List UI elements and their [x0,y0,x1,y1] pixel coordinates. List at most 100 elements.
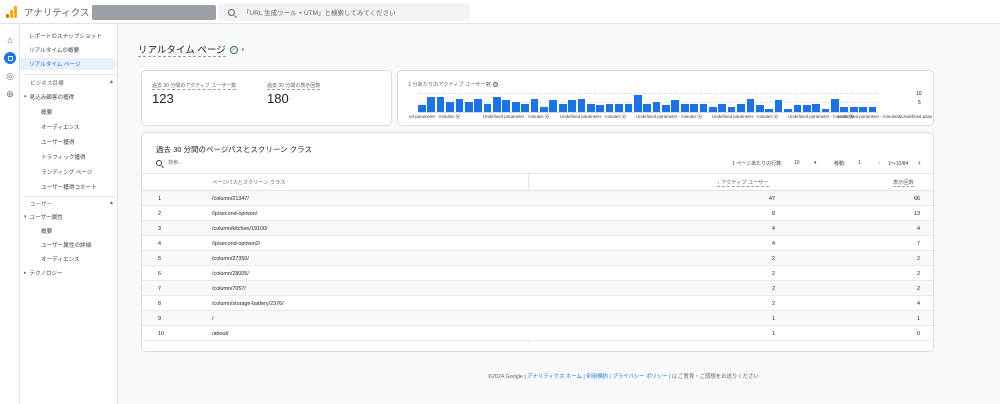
table-row[interactable]: 5/column/27350/2 2 [142,251,933,266]
bar[interactable] [671,100,680,112]
bar[interactable] [483,103,492,112]
sidebar-item-demo-audience[interactable]: オーディエンス [41,253,80,265]
table-row[interactable]: 4/lp/second-opinion2/4 7 [142,236,933,251]
check-circle-icon[interactable]: ✓ [229,45,238,54]
bar[interactable] [418,105,426,112]
table-row[interactable]: 3/column/kitchen/19100/4 4 [142,221,933,236]
sidebar-group-tech[interactable]: ▸ テクノロジー [24,267,63,279]
sidebar-item-traffic-acquisition[interactable]: トラフィック獲得 [41,151,86,163]
bar[interactable] [774,100,783,112]
help-icon[interactable]: ? [492,82,498,87]
goto-input[interactable]: 1 [858,160,861,166]
bar[interactable] [615,103,623,112]
bar[interactable] [840,107,849,112]
reports-icon[interactable] [4,52,16,64]
sidebar-item-realtime-overview[interactable]: リアルタイムの概要 [29,44,79,56]
sidebar-item-audience[interactable]: オーディエンス [41,121,80,133]
bar[interactable] [746,98,755,112]
bar[interactable] [493,97,501,112]
bar[interactable] [446,102,454,112]
sidebar-item-snapshot[interactable]: レポートのスナップショット [29,30,102,42]
bar[interactable] [464,102,473,112]
footer-link-privacy[interactable]: プライバシー ポリシー [612,374,667,380]
table-row[interactable]: 6/column/28005/2 2 [142,266,933,281]
rows-per-page-select[interactable]: 10 [794,160,800,166]
bar[interactable] [643,103,651,112]
bar[interactable] [727,107,736,112]
bar[interactable] [690,103,698,112]
bar[interactable] [737,103,745,112]
bar[interactable] [624,103,633,112]
table-row[interactable]: 8/column/storage-battery/2376/2 4 [142,296,933,311]
bar[interactable] [549,100,558,112]
table-row[interactable]: 1/column/21347/47 66 [142,191,933,206]
chevron-down-icon[interactable]: ▾ [814,160,817,166]
bar[interactable] [718,103,727,112]
bar[interactable] [765,108,774,112]
search-bar[interactable]: 「URL 生成ツール + UTM」と検索してみてください [218,3,470,21]
bar[interactable] [427,97,436,112]
sidebar-item-demo-details[interactable]: ユーザー属性の詳細 [41,239,91,251]
bar[interactable] [662,105,670,112]
sidebar-item-realtime-pages[interactable]: リアルタイム ページ [20,58,116,70]
bar[interactable] [605,103,614,112]
bar[interactable] [784,108,792,112]
footer-link-terms[interactable]: 利用規約 [586,374,608,380]
bar[interactable] [699,103,708,112]
explore-icon[interactable]: ◎ [4,70,16,82]
bar[interactable] [436,97,445,112]
bar[interactable] [455,98,464,112]
bar[interactable] [502,100,511,112]
table-row[interactable]: 9 / 1 1 [142,311,933,326]
bar[interactable] [755,105,764,112]
bar[interactable] [540,107,548,112]
bar[interactable] [474,98,482,112]
advertising-icon[interactable]: ⊛ [4,88,16,100]
table-row[interactable]: 2/lp/second-opinion/8 13 [142,206,933,221]
bar[interactable] [633,95,642,112]
bar[interactable] [831,98,839,112]
bar[interactable] [849,107,858,112]
bar[interactable] [652,102,661,112]
bar[interactable] [802,105,811,112]
column-header-path[interactable]: ページパスとスクリーン クラス [212,179,285,186]
sidebar-item-landing-page[interactable]: ランディング ページ [41,166,92,178]
chevron-down-icon[interactable]: ▾ [242,47,245,53]
sidebar-group-lead-acquisition[interactable]: ▾ 見込み顧客の獲得 [24,91,74,103]
bar[interactable] [511,102,520,112]
bar[interactable] [568,100,576,112]
bar[interactable] [859,107,867,112]
account-selector[interactable] [92,5,216,20]
bar[interactable] [812,103,820,112]
footer-feedback[interactable]: ご意見・ご感想をお送りください [678,374,759,380]
prev-page-icon[interactable]: ‹ [878,158,881,167]
bar[interactable] [596,105,605,112]
bar[interactable] [521,103,529,112]
bar[interactable] [793,105,802,112]
footer-link-home[interactable]: アナリティクス ホーム [527,374,582,380]
sidebar-item-user-acquisition[interactable]: ユーザー獲得 [41,136,74,148]
feedback-icon[interactable]: ⊡ [672,374,677,380]
next-page-icon[interactable]: › [918,158,921,167]
sidebar-item-overview[interactable]: 概要 [41,106,52,118]
section-business-goals[interactable]: ビジネス目標 ▲ [30,79,114,87]
sidebar-item-acquisition-cohort[interactable]: ユーザー獲得コホート [41,181,97,193]
section-user[interactable]: ユーザー ▲ [30,200,114,208]
column-header-views[interactable]: 表示回数 [893,179,914,187]
column-header-active-users[interactable]: ↓ アクティブ ユーザー [717,179,769,187]
bar[interactable] [821,108,830,112]
table-search-input[interactable] [168,158,288,168]
bar[interactable] [577,98,586,112]
sidebar-item-demo-overview[interactable]: 概要 [41,225,52,237]
sidebar-group-demographics[interactable]: ▾ ユーザー属性 [24,211,63,223]
table-row[interactable]: 7/column/7057/2 2 [142,281,933,296]
table-row[interactable]: 10/about/1 0 [142,326,933,341]
bar[interactable] [558,103,567,112]
bar[interactable] [709,107,717,112]
home-icon[interactable]: ⌂ [4,34,16,46]
analytics-logo-icon[interactable] [6,5,18,18]
bar[interactable] [586,103,595,112]
bar[interactable] [868,107,877,112]
bar[interactable] [680,103,689,112]
search-input[interactable]: 「URL 生成ツール + UTM」と検索してみてください [243,7,396,17]
